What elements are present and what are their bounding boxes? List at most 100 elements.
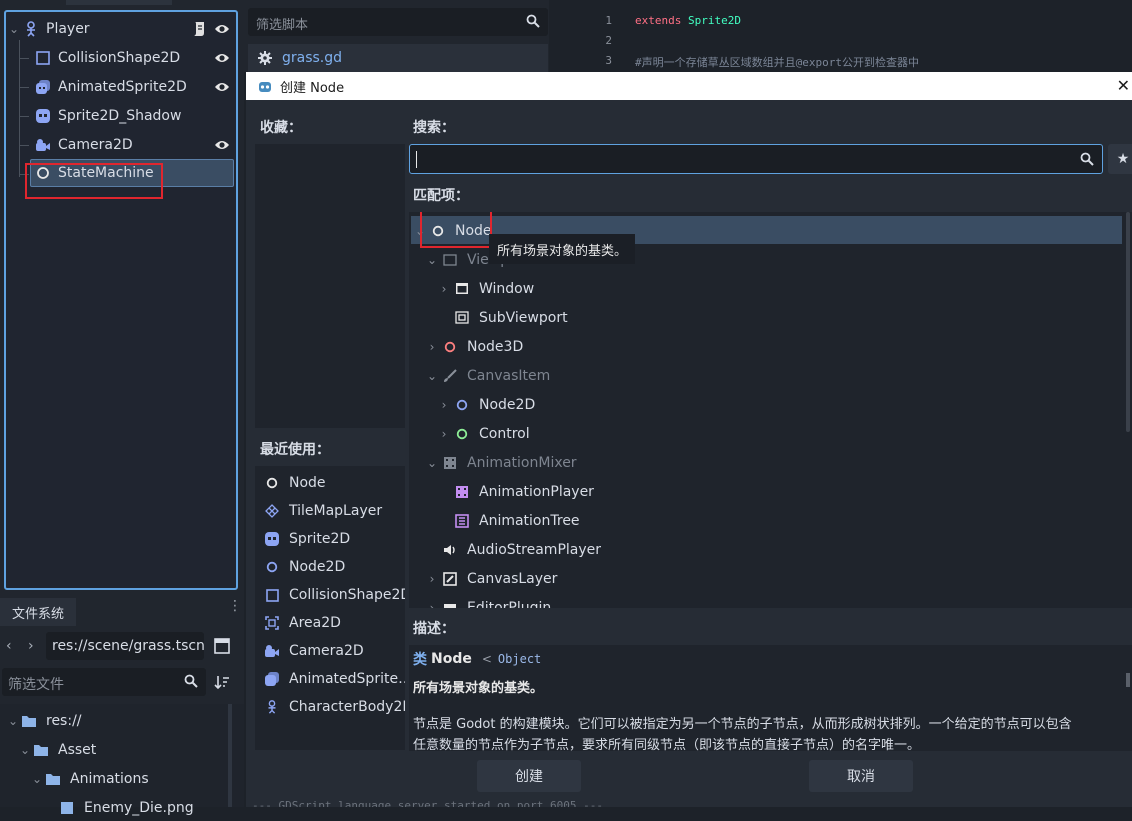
chevron-right-icon[interactable]: › bbox=[425, 340, 439, 354]
recent-item-collisionshape2d[interactable]: CollisionShape2D bbox=[263, 581, 405, 609]
animation-mixer-icon bbox=[441, 454, 459, 472]
tree-item-label: EditorPlugin bbox=[467, 599, 552, 609]
scene-node-collisionshape2d[interactable]: CollisionShape2D bbox=[34, 45, 234, 71]
tilemap-icon bbox=[263, 502, 281, 520]
chevron-down-icon[interactable]: ⌄ bbox=[425, 456, 439, 470]
filesystem-dock: 文件系统 ⋮ ‹ › res://scene/grass.tscn 筛选文件 ⌄… bbox=[0, 598, 244, 816]
scene-tree[interactable]: ⌄ Player CollisionShape2D AnimatedSprite… bbox=[4, 10, 238, 590]
tree-item-animationplayer[interactable]: AnimationPlayer bbox=[437, 477, 594, 506]
visibility-eye-icon[interactable] bbox=[214, 52, 230, 64]
scrollbar[interactable] bbox=[1126, 673, 1130, 687]
annotation-red-box bbox=[420, 212, 492, 248]
recent-item-characterbody2d[interactable]: CharacterBody2D bbox=[263, 693, 405, 721]
chevron-down-icon[interactable]: ⌄ bbox=[425, 369, 439, 383]
tree-item-canvaslayer[interactable]: › CanvasLayer bbox=[425, 564, 558, 593]
dialog-titlebar[interactable]: 创建 Node ✕ bbox=[246, 72, 1132, 100]
search-icon bbox=[1080, 152, 1094, 166]
close-icon[interactable]: ✕ bbox=[1117, 76, 1130, 95]
scrollbar[interactable] bbox=[228, 704, 232, 807]
recent-item-tilemaplayer[interactable]: TileMapLayer bbox=[263, 497, 382, 525]
tree-item-animationmixer[interactable]: ⌄ AnimationMixer bbox=[425, 448, 577, 477]
scene-toolbar-remnant bbox=[66, 0, 172, 5]
chevron-down-icon[interactable]: ⌄ bbox=[6, 22, 22, 36]
tree-item-subviewport[interactable]: SubViewport bbox=[437, 303, 568, 332]
code-type: Sprite2D bbox=[687, 14, 741, 27]
scene-node-label: Sprite2D_Shadow bbox=[58, 108, 182, 124]
inherits-link[interactable]: Object bbox=[498, 652, 541, 666]
scene-node-player[interactable]: ⌄ Player bbox=[6, 16, 234, 42]
chevron-right-icon[interactable]: › bbox=[425, 572, 439, 586]
filter-scripts-input[interactable]: 筛选脚本 bbox=[248, 8, 548, 36]
nav-back-icon[interactable]: ‹ bbox=[6, 638, 12, 654]
chevron-right-icon[interactable]: › bbox=[437, 282, 451, 296]
chevron-right-icon[interactable]: › bbox=[437, 398, 451, 412]
dock-menu-icon[interactable]: ⋮ bbox=[228, 599, 242, 620]
recent-item-camera2d[interactable]: Camera2D bbox=[263, 637, 364, 665]
filter-files-input[interactable]: 筛选文件 bbox=[2, 668, 206, 696]
scene-node-camera2d[interactable]: Camera2D bbox=[34, 132, 234, 158]
file-item-animations[interactable]: ⌄ Animations bbox=[30, 766, 149, 792]
file-item-asset[interactable]: ⌄ Asset bbox=[18, 737, 96, 763]
create-button[interactable]: 创建 bbox=[477, 760, 581, 792]
matches-tree[interactable]: ⌄ Node ⌄ Viewport 所有场景对象的基类。 › Window Su… bbox=[409, 212, 1132, 608]
path-field[interactable]: res://scene/grass.tscn bbox=[46, 632, 205, 660]
folder-icon bbox=[20, 712, 38, 730]
tooltip: 所有场景对象的基类。 bbox=[489, 234, 636, 264]
script-name: grass.gd bbox=[282, 50, 343, 66]
favorite-star-button[interactable]: ★ bbox=[1108, 144, 1132, 174]
tree-item-control[interactable]: › Control bbox=[437, 419, 530, 448]
script-item-grass[interactable]: grass.gd bbox=[248, 44, 548, 72]
recent-list[interactable]: Node TileMapLayer Sprite2D Node2D Collis… bbox=[255, 466, 405, 750]
code-editor[interactable]: 1 2 3 extends Sprite2D #声明一个存储草丛区域数组并且@e… bbox=[552, 6, 1132, 72]
tree-item-animationtree[interactable]: AnimationTree bbox=[437, 506, 580, 535]
tree-item-label: SubViewport bbox=[479, 309, 568, 326]
tree-item-label: AnimationPlayer bbox=[479, 483, 594, 500]
create-node-dialog: 创建 Node ✕ 收藏： 最近使用： Node TileMapLayer Sp… bbox=[246, 72, 1132, 807]
tree-item-editorplugin[interactable]: › EditorPlugin bbox=[425, 593, 551, 608]
recent-item-node2d[interactable]: Node2D bbox=[263, 553, 345, 581]
favorites-list[interactable] bbox=[255, 144, 405, 428]
search-icon bbox=[184, 674, 198, 688]
chevron-right-icon[interactable]: › bbox=[437, 427, 451, 441]
nav-forward-icon[interactable]: › bbox=[28, 638, 34, 654]
recent-item-animatedsprite[interactable]: AnimatedSprite… bbox=[263, 665, 405, 693]
tab-filesystem[interactable]: 文件系统 bbox=[0, 598, 76, 626]
tree-item-window[interactable]: › Window bbox=[437, 274, 535, 303]
search-input[interactable] bbox=[409, 144, 1103, 174]
scrollbar[interactable] bbox=[1126, 212, 1130, 432]
chevron-right-icon[interactable]: › bbox=[425, 601, 439, 609]
sprite2d-icon bbox=[34, 107, 52, 125]
tree-item-node3d[interactable]: › Node3D bbox=[425, 332, 524, 361]
recent-item-area2d[interactable]: Area2D bbox=[263, 609, 341, 637]
recent-item-node[interactable]: Node bbox=[263, 469, 326, 497]
chevron-down-icon: ⌄ bbox=[31, 772, 43, 786]
tree-item-audiostreamplayer[interactable]: AudioStreamPlayer bbox=[425, 535, 601, 564]
script-list-panel: 筛选脚本 grass.gd bbox=[244, 0, 549, 72]
cancel-button[interactable]: 取消 bbox=[809, 760, 913, 792]
scene-node-animatedsprite2d[interactable]: AnimatedSprite2D bbox=[34, 74, 234, 100]
visibility-eye-icon[interactable] bbox=[214, 81, 230, 93]
sort-icon[interactable] bbox=[214, 674, 230, 690]
script-icon[interactable] bbox=[192, 21, 206, 37]
chevron-down-icon[interactable]: ⌄ bbox=[425, 253, 439, 267]
node-icon bbox=[263, 474, 281, 492]
file-item-enemy-die[interactable]: Enemy_Die.png bbox=[58, 795, 194, 821]
canvaslayer-icon bbox=[441, 570, 459, 588]
description-summary: 所有场景对象的基类。 bbox=[413, 681, 544, 696]
visibility-eye-icon[interactable] bbox=[214, 23, 230, 35]
toggle-split-icon[interactable] bbox=[214, 638, 230, 654]
scene-node-label: AnimatedSprite2D bbox=[58, 79, 187, 95]
file-tree[interactable]: ⌄ res:// ⌄ Asset ⌄ Animations Enemy_Die.… bbox=[0, 704, 244, 816]
description-label: 描述： bbox=[413, 621, 455, 637]
scene-node-sprite2d-shadow[interactable]: Sprite2D_Shadow bbox=[34, 103, 234, 129]
tree-item-node2d[interactable]: › Node2D bbox=[437, 390, 536, 419]
recent-item-sprite2d[interactable]: Sprite2D bbox=[263, 525, 350, 553]
character-body-2d-icon bbox=[263, 698, 281, 716]
tree-item-label: AudioStreamPlayer bbox=[467, 541, 602, 558]
visibility-eye-icon[interactable] bbox=[214, 139, 230, 151]
file-item-res-root[interactable]: ⌄ res:// bbox=[6, 708, 82, 734]
recent-label: 最近使用： bbox=[260, 442, 330, 458]
tree-item-canvasitem[interactable]: ⌄ CanvasItem bbox=[425, 361, 550, 390]
code-comment: #声明一个存储草丛区域数组并且@export公开到检查器中 bbox=[635, 56, 919, 69]
control-icon bbox=[453, 425, 471, 443]
